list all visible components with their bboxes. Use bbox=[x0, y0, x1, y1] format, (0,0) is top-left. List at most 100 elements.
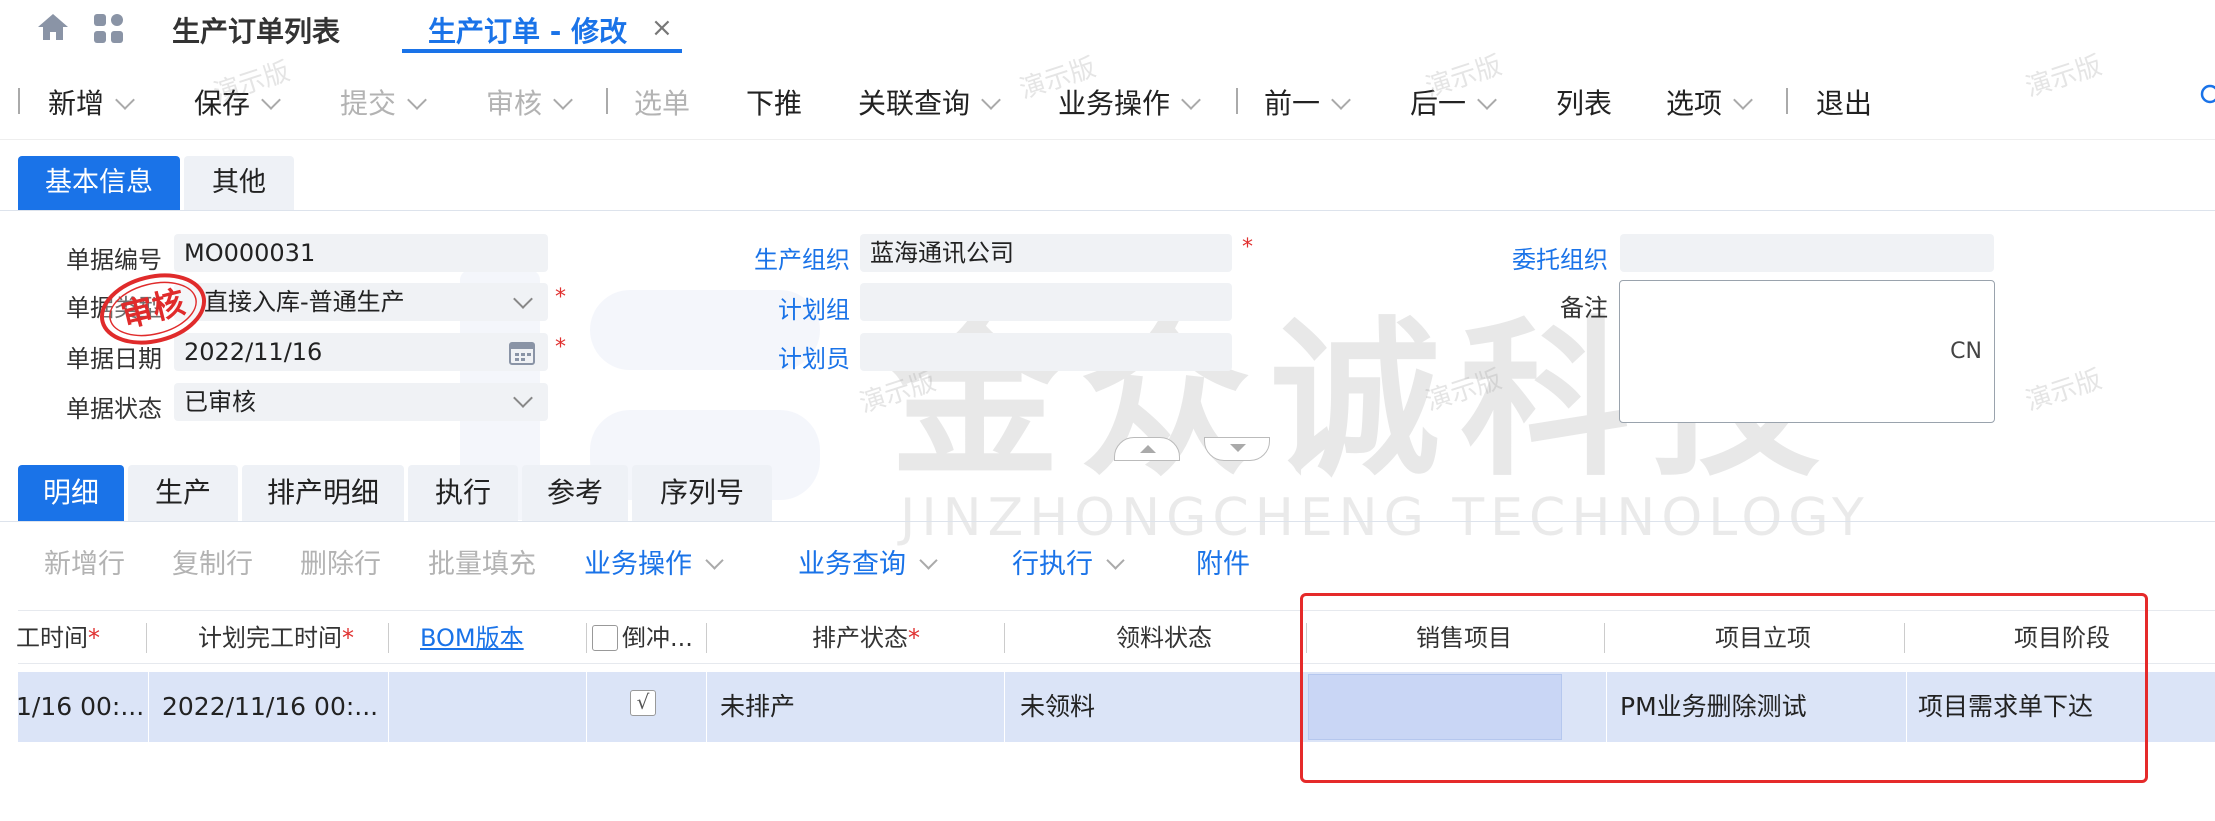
col-plan-finish[interactable]: 计划完工时间* bbox=[156, 611, 396, 665]
tab-detail[interactable]: 明细 bbox=[18, 465, 124, 521]
col-label: 工时间 bbox=[16, 624, 88, 652]
chevron-down-icon[interactable] bbox=[705, 551, 724, 570]
toolbar-divider bbox=[1236, 88, 1238, 114]
chevron-down-icon[interactable] bbox=[919, 551, 938, 570]
col-schedule-status[interactable]: 排产状态* bbox=[716, 611, 1016, 665]
bill-no-field[interactable]: MO000031 bbox=[174, 234, 548, 272]
toolbar-audit-button[interactable]: 审核 bbox=[486, 82, 573, 122]
toolbar-label: 前一 bbox=[1264, 87, 1321, 120]
collapse-up-button[interactable] bbox=[1114, 437, 1180, 461]
chevron-down-icon[interactable] bbox=[1331, 90, 1351, 110]
cell-plan-finish[interactable]: 2022/11/16 00:... bbox=[162, 672, 388, 742]
chevron-down-icon[interactable] bbox=[1181, 90, 1201, 110]
required-mark: * bbox=[908, 624, 920, 652]
calendar-icon[interactable] bbox=[508, 338, 536, 366]
col-divider bbox=[586, 623, 587, 653]
apps-grid-icon[interactable] bbox=[92, 12, 126, 46]
col-pick-status[interactable]: 领料状态 bbox=[1014, 611, 1314, 665]
toolbar-label: 审核 bbox=[486, 87, 543, 120]
cell-bom-version[interactable] bbox=[390, 672, 586, 742]
cell-divider bbox=[388, 672, 389, 742]
toolbar-push-down-button[interactable]: 下推 bbox=[746, 82, 802, 122]
tab-reference[interactable]: 参考 bbox=[522, 465, 628, 521]
attachment-button[interactable]: 附件 bbox=[1196, 542, 1250, 581]
col-backflush[interactable]: 倒冲... bbox=[622, 611, 708, 665]
cell-schedule-status[interactable]: 未排产 bbox=[720, 672, 1000, 742]
tab-other[interactable]: 其他 bbox=[184, 156, 294, 210]
toolbar-label: 关联查询 bbox=[858, 87, 971, 120]
top-tab-bar: 生产订单列表 生产订单 - 修改 × bbox=[0, 0, 2215, 56]
toolbar-label: 选项 bbox=[1666, 87, 1723, 120]
toolbar-related-query-button[interactable]: 关联查询 bbox=[858, 82, 1001, 122]
tab-serial-no[interactable]: 序列号 bbox=[632, 465, 772, 521]
toolbar-label: 提交 bbox=[340, 87, 397, 120]
tab-order-edit[interactable]: 生产订单 - 修改 bbox=[428, 10, 627, 50]
toolbar-select-bill-button[interactable]: 选单 bbox=[634, 82, 690, 122]
col-bom-version[interactable]: BOM版本 bbox=[398, 611, 598, 665]
tab-execution[interactable]: 执行 bbox=[408, 465, 518, 521]
home-icon[interactable] bbox=[36, 12, 70, 42]
section-divider bbox=[0, 210, 2215, 211]
col-divider bbox=[1004, 623, 1005, 653]
note-language[interactable]: CN bbox=[1950, 339, 1982, 364]
prod-org-field[interactable]: 蓝海通讯公司 bbox=[860, 234, 1232, 272]
entrust-org-label[interactable]: 委托组织 bbox=[1512, 240, 1608, 275]
chevron-down-icon[interactable] bbox=[1106, 551, 1125, 570]
tab-schedule-detail[interactable]: 排产明细 bbox=[242, 465, 404, 521]
backflush-checkbox[interactable]: √ bbox=[630, 690, 656, 716]
tab-order-list[interactable]: 生产订单列表 bbox=[172, 10, 340, 50]
main-toolbar: 新增 保存 提交 审核 选单 下推 关联查询 业务操作 前一 后一 列表 选项 … bbox=[0, 60, 2215, 140]
toolbar-label: 新增 bbox=[48, 87, 105, 120]
toolbar-options-button[interactable]: 选项 bbox=[1666, 82, 1753, 122]
toolbar-previous-button[interactable]: 前一 bbox=[1264, 82, 1351, 122]
cell-divider bbox=[586, 672, 587, 742]
tab-basic-info[interactable]: 基本信息 bbox=[18, 156, 180, 210]
row-business-query-button[interactable]: 业务查询 bbox=[798, 542, 938, 581]
cell-start-time[interactable]: 1/16 00:... bbox=[16, 672, 146, 742]
bill-status-select[interactable]: 已审核 bbox=[174, 383, 548, 421]
cell-divider bbox=[148, 672, 149, 742]
toolbar-exit-button[interactable]: 退出 bbox=[1816, 82, 1872, 122]
col-start-time[interactable]: 工时间* bbox=[16, 611, 136, 665]
row-business-ops-button[interactable]: 业务操作 bbox=[584, 542, 724, 581]
bill-date-field[interactable]: 2022/11/16 bbox=[174, 333, 548, 371]
tab-production[interactable]: 生产 bbox=[128, 465, 238, 521]
toolbar-list-button[interactable]: 列表 bbox=[1556, 82, 1612, 122]
toolbar-new-button[interactable]: 新增 bbox=[48, 82, 135, 122]
bill-no-label: 单据编号 bbox=[66, 246, 162, 274]
plan-group-field[interactable] bbox=[860, 283, 1232, 321]
note-textarea[interactable]: CN bbox=[1619, 280, 1995, 423]
chevron-down-icon[interactable] bbox=[1477, 90, 1497, 110]
batch-fill-button[interactable]: 批量填充 bbox=[428, 542, 536, 581]
close-tab-icon[interactable]: × bbox=[651, 13, 673, 43]
col-divider bbox=[388, 623, 389, 653]
col-label: 计划完工时间 bbox=[198, 624, 342, 652]
cell-divider bbox=[706, 672, 707, 742]
copy-row-button[interactable]: 复制行 bbox=[172, 542, 253, 581]
bill-type-select[interactable]: 直接入库-普通生产 bbox=[174, 283, 548, 321]
required-mark: * bbox=[1242, 235, 1253, 260]
planner-label[interactable]: 计划员 bbox=[778, 339, 850, 374]
collapse-down-button[interactable] bbox=[1204, 437, 1270, 461]
col-divider bbox=[706, 623, 707, 653]
prod-org-label[interactable]: 生产组织 bbox=[754, 240, 850, 275]
chevron-down-icon[interactable] bbox=[981, 90, 1001, 110]
required-mark: * bbox=[88, 624, 100, 652]
plan-group-label[interactable]: 计划组 bbox=[778, 290, 850, 325]
link-icon[interactable] bbox=[2198, 82, 2215, 106]
chevron-down-icon[interactable] bbox=[553, 90, 573, 110]
toolbar-submit-button[interactable]: 提交 bbox=[340, 82, 427, 122]
chevron-down-icon[interactable] bbox=[1733, 90, 1753, 110]
delete-row-button[interactable]: 删除行 bbox=[300, 542, 381, 581]
row-execute-button[interactable]: 行执行 bbox=[1012, 542, 1125, 581]
toolbar-divider bbox=[606, 88, 608, 114]
planner-field[interactable] bbox=[860, 333, 1232, 371]
entrust-org-field[interactable] bbox=[1620, 234, 1994, 272]
add-row-button[interactable]: 新增行 bbox=[44, 542, 125, 581]
chevron-down-icon[interactable] bbox=[115, 90, 135, 110]
cell-pick-status[interactable]: 未领料 bbox=[1020, 672, 1300, 742]
chevron-down-icon[interactable] bbox=[407, 90, 427, 110]
watermark-company-en: JINZHONGCHENG TECHNOLOGY bbox=[900, 488, 1870, 548]
backflush-header-checkbox[interactable] bbox=[592, 625, 618, 651]
required-mark: * bbox=[555, 285, 566, 310]
